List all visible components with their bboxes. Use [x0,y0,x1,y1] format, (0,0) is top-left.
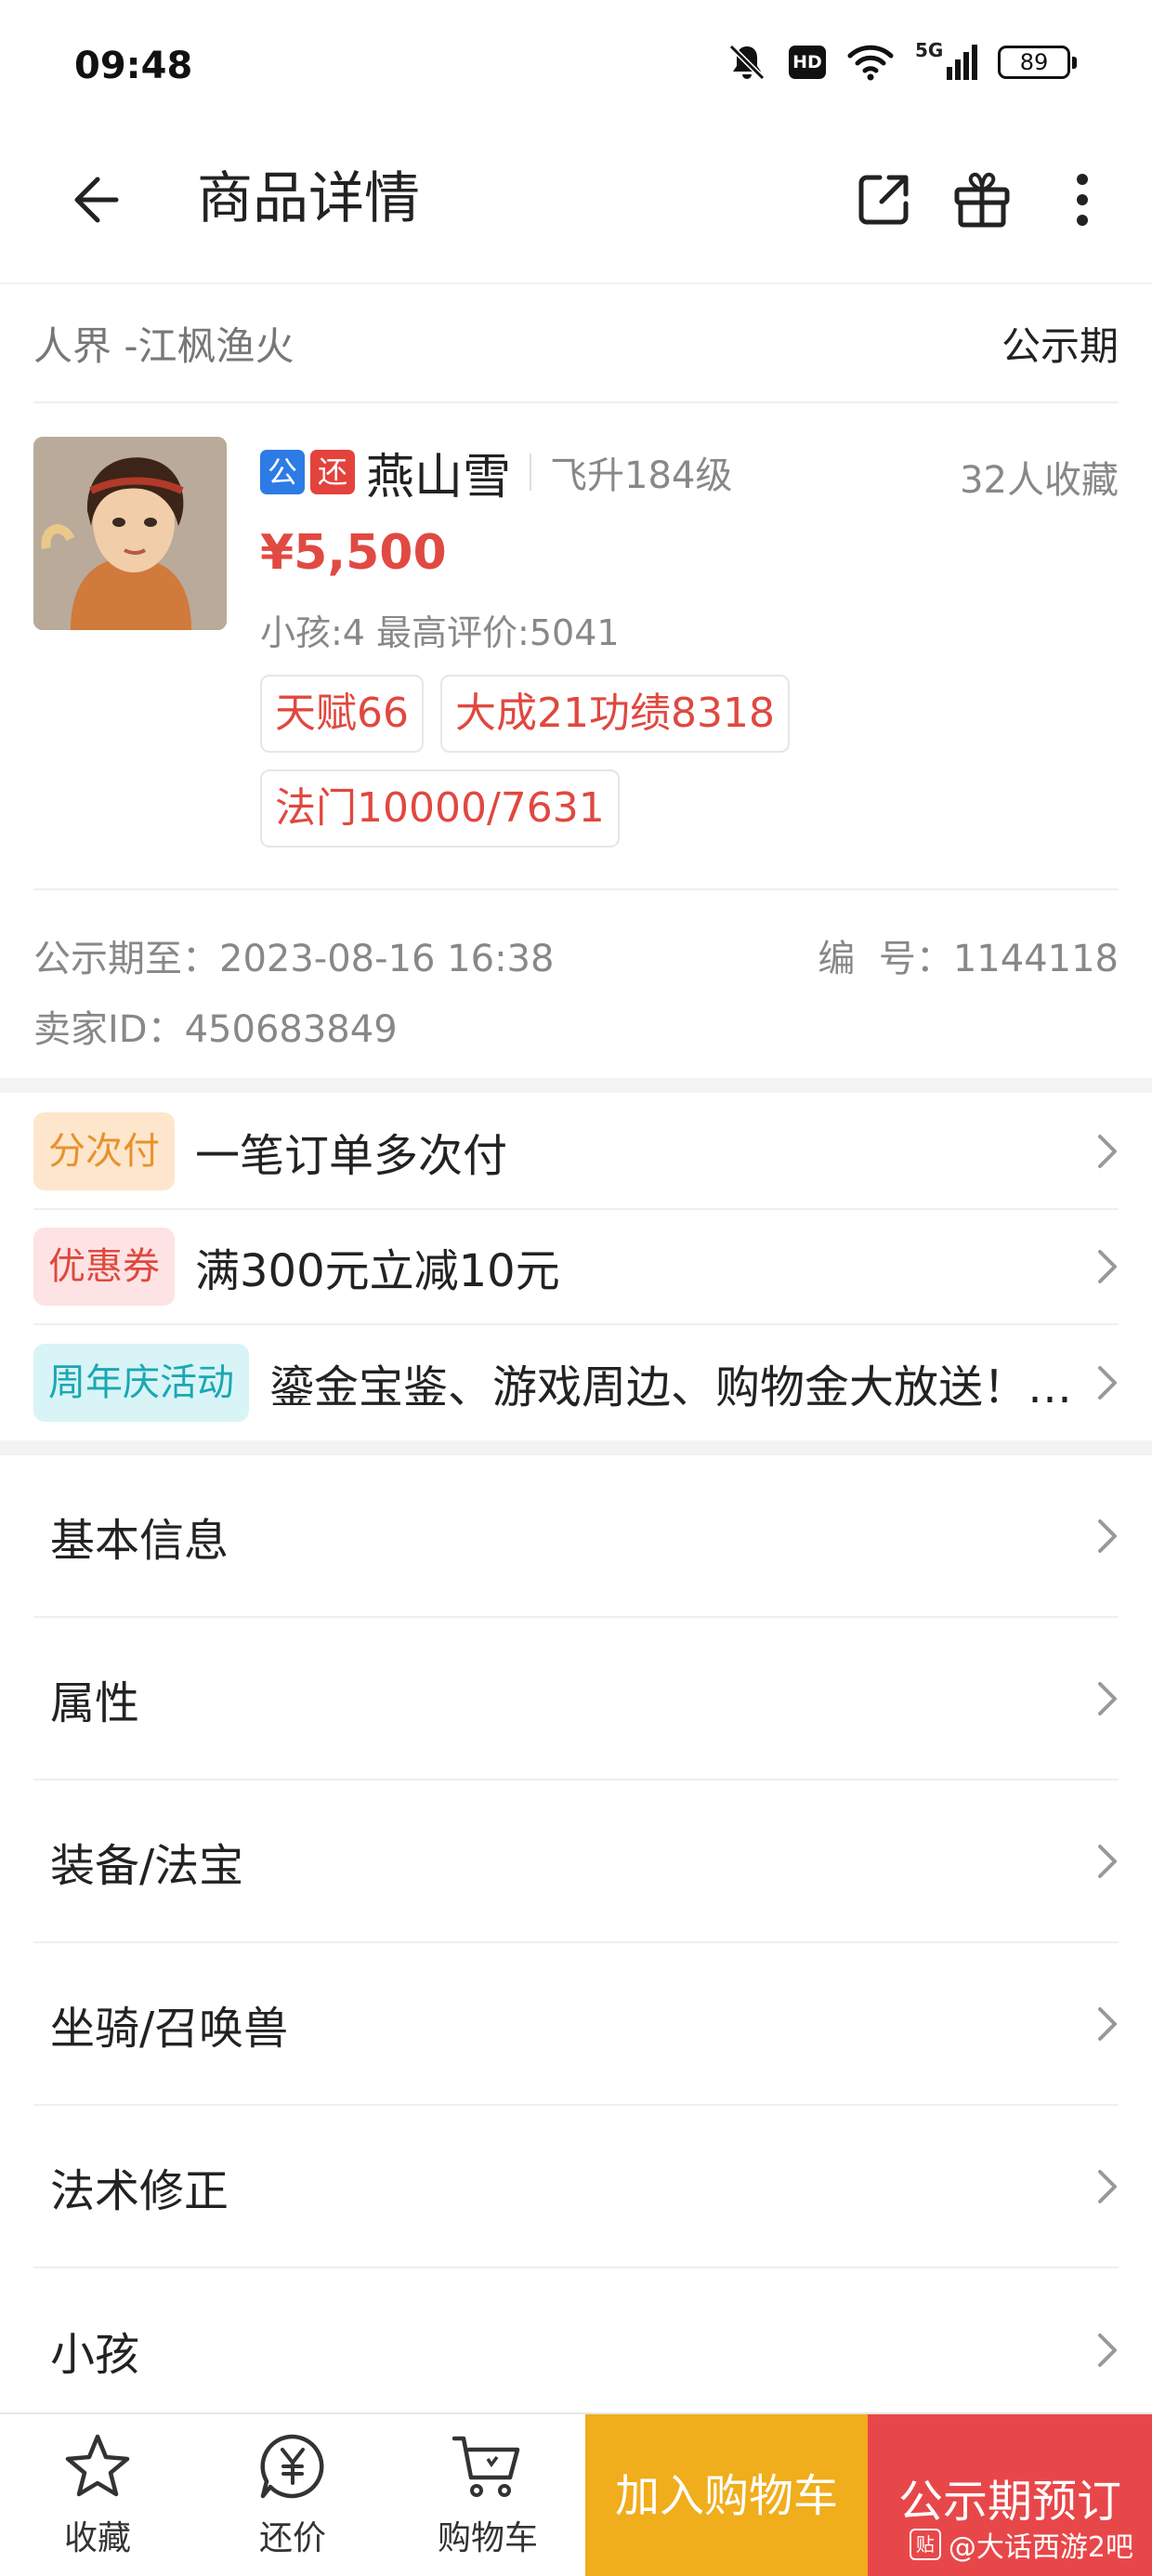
hd-icon: HD [789,46,826,79]
more-vertical-icon [1077,174,1088,226]
wifi-icon [847,45,894,81]
menu-children[interactable]: 小孩 [33,2268,1119,2431]
coupon-tag: 优惠券 [33,1228,175,1306]
menu-label: 基本信息 [50,1514,229,1567]
watermark-text: @大话西游2吧 [948,2531,1133,2564]
installment-text: 一笔订单多次付 [195,1130,508,1182]
product-card[interactable]: 公 还 燕山雪 飞升184级 32人收藏 ¥5,500 小孩:4 最高评价:50… [33,403,1119,890]
tieba-logo-icon: 贴 [909,2529,941,2560]
mute-bell-icon [728,44,766,81]
gift-icon [954,172,1010,228]
arrow-left-icon [74,177,119,223]
menu-basic-info[interactable]: 基本信息 [33,1455,1119,1618]
back-button[interactable] [54,160,134,240]
public-tag: 公 [260,450,305,494]
promo-coupon[interactable]: 优惠券 满300元立减10元 [33,1210,1119,1325]
chevron-right-icon [1098,1518,1117,1553]
chip-merit: 大成21功绩8318 [440,675,790,753]
chip-talent: 天赋66 [260,675,424,753]
bottom-action-bar: 收藏 还价 购物车 加入购物车 公示期预订 贴 @大话西游2吧 [0,2412,1152,2576]
yen-chat-icon [260,2434,324,2499]
coupon-text: 满300元立减10元 [195,1245,560,1297]
chevron-right-icon [1098,2169,1117,2203]
seller-id: 卖家ID：450683849 [33,1008,398,1051]
menu-label: 小孩 [50,2328,140,2381]
tab-label: 还价 [258,2519,326,2557]
menu-label: 坐骑/召唤兽 [50,2002,289,2055]
character-level: 飞升184级 [550,454,733,497]
chevron-right-icon [1081,1364,1119,1401]
period-end: 公示期至：2023-08-16 16:38 [33,938,555,980]
signal-icon: 5G [915,39,977,80]
chevron-right-icon [1098,1681,1117,1715]
share-button[interactable] [844,160,923,240]
favorite-tab[interactable]: 收藏 [0,2414,195,2576]
anniversary-text: 鎏金宝鉴、游戏周边、购物金大放送！… [269,1361,1072,1413]
menu-label: 装备/法宝 [50,1839,244,1892]
menu-mounts-pets[interactable]: 坐骑/召唤兽 [33,1943,1119,2106]
cart-tab[interactable]: 购物车 [390,2414,585,2576]
watermark: 贴 @大话西游2吧 [909,2524,1133,2565]
battery-indicator: 89 [998,46,1077,79]
menu-label: 属性 [50,1676,140,1729]
server-row: 人界 -江枫渔火 公示期 [33,284,1119,403]
status-time: 09:48 [74,45,193,87]
character-avatar[interactable] [33,437,227,630]
tab-label: 购物车 [437,2519,538,2557]
chevron-right-icon [1081,1248,1119,1285]
status-bar: 09:48 HD 5G 89 [0,0,1152,130]
reserve-button[interactable]: 公示期预订 贴 @大话西游2吧 [868,2414,1152,2576]
character-name: 燕山雪 [366,449,512,506]
menu-spell-correction[interactable]: 法术修正 [33,2106,1119,2268]
menu-attributes[interactable]: 属性 [33,1618,1119,1781]
star-icon [65,2434,130,2497]
attribute-chips: 天赋66 大成21功绩8318 法门10000/7631 [260,675,1096,848]
section-divider [0,1440,1152,1455]
price: ¥5,500 [260,525,447,581]
reserve-label: 公示期预订 [897,2476,1121,2528]
gift-button[interactable] [942,160,1022,240]
favorites-count: 32人收藏 [960,459,1119,502]
page-title: 商品详情 [197,166,420,231]
promo-anniversary[interactable]: 周年庆活动 鎏金宝鉴、游戏周边、购物金大放送！… [33,1325,1119,1440]
chevron-right-icon [1098,2006,1117,2041]
share-icon [858,175,909,225]
anniversary-tag: 周年庆活动 [33,1344,249,1422]
chevron-right-icon [1098,1844,1117,1878]
meta-row-period: 公示期至：2023-08-16 16:38 编 号：1144118 [33,920,1119,991]
server-name: 人界 -江枫渔火 [33,322,295,369]
status-icons: HD 5G 89 [726,39,1077,84]
stats-line: 小孩:4 最高评价:5041 [260,612,620,653]
period-status: 公示期 [1001,322,1119,369]
chevron-right-icon [1081,1133,1119,1170]
more-button[interactable] [1042,160,1122,240]
meta-row-seller: 卖家ID：450683849 [33,991,1119,1061]
app-bar: 商品详情 [0,130,1152,284]
product-info: 公 还 燕山雪 飞升184级 32人收藏 ¥5,500 小孩:4 最高评价:50… [260,437,1119,848]
add-to-cart-button[interactable]: 加入购物车 [585,2414,868,2576]
chip-method: 法门10000/7631 [260,769,620,848]
section-divider [0,1078,1152,1093]
promo-installment[interactable]: 分次付 一笔订单多次付 [33,1095,1119,1210]
listing-meta: 公示期至：2023-08-16 16:38 编 号：1144118 卖家ID：4… [33,920,1119,1061]
bargain-tag: 还 [310,450,355,494]
cart-icon [452,2436,520,2497]
installment-tag: 分次付 [33,1112,175,1190]
divider [530,453,532,491]
chevron-right-icon [1098,2333,1117,2367]
tab-label: 收藏 [63,2519,131,2557]
menu-label: 法术修正 [50,2164,229,2217]
listing-id: 编 号：1144118 [818,938,1119,980]
bargain-tab[interactable]: 还价 [195,2414,390,2576]
menu-equipment[interactable]: 装备/法宝 [33,1781,1119,1943]
character-portrait-image [33,437,227,630]
